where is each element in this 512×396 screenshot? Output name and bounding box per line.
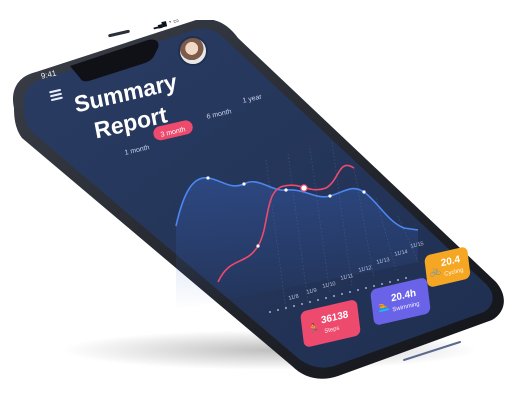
product-mockup: ▂▄▆ ◔ ▭ 9:41 Summary Report 1 month 3 mo… bbox=[0, 0, 512, 396]
cycling-icon: 🚲 bbox=[429, 264, 442, 278]
stat-value: 36138 bbox=[320, 309, 349, 327]
swimming-icon: 🏊 bbox=[377, 300, 390, 313]
phone-device bbox=[8, 20, 506, 380]
phone-frame-art bbox=[13, 20, 504, 379]
avatar[interactable] bbox=[178, 36, 208, 66]
stat-label: Steps bbox=[324, 325, 340, 335]
stat-value: 20.4 bbox=[440, 254, 461, 270]
stat-label: Cycling bbox=[443, 267, 464, 278]
running-icon: 🏃 bbox=[307, 322, 320, 335]
